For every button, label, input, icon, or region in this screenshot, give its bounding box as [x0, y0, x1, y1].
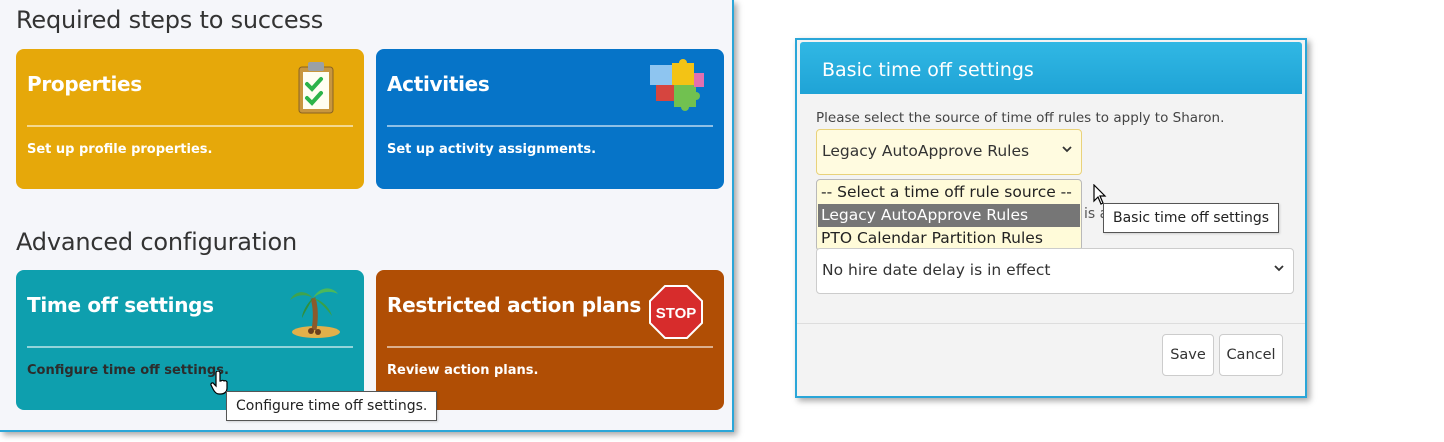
activities-card-description: Set up activity assignments.: [387, 142, 597, 157]
restricted-card-description: Review action plans.: [387, 363, 539, 378]
chevron-down-icon: [1274, 265, 1284, 272]
restricted-card-divider: [387, 346, 713, 348]
properties-card[interactable]: Properties Set up profile properties.: [16, 49, 364, 189]
rule-source-select-value: Legacy AutoApprove Rules: [822, 142, 1030, 160]
dialog-title: Basic time off settings: [822, 59, 1034, 81]
dropdown-option-legacy-autoapprove[interactable]: Legacy AutoApprove Rules: [818, 204, 1080, 227]
time-off-card-description: Configure time off settings.: [27, 363, 229, 378]
clipboard-check-icon: [298, 62, 334, 114]
palm-tree-icon: [290, 288, 340, 338]
activities-card[interactable]: Activities Set up activity assignments.: [376, 49, 724, 189]
properties-card-description: Set up profile properties.: [27, 142, 213, 157]
puzzle-icon: [650, 59, 704, 111]
stop-sign-text: STOP: [656, 305, 697, 322]
dropdown-option-pto-calendar[interactable]: PTO Calendar Partition Rules: [818, 227, 1080, 250]
stop-sign-icon: STOP: [649, 285, 703, 339]
restricted-action-plans-card[interactable]: Restricted action plans STOP Review acti…: [376, 270, 724, 410]
time-off-card-divider: [27, 346, 353, 348]
properties-card-title: Properties: [27, 72, 142, 96]
restricted-card-title: Restricted action plans: [387, 293, 642, 317]
cancel-button[interactable]: Cancel: [1219, 334, 1283, 376]
dropdown-option-placeholder[interactable]: -- Select a time off rule source --: [818, 181, 1080, 204]
activities-card-title: Activities: [387, 72, 490, 96]
rule-source-prompt: Please select the source of time off rul…: [816, 110, 1225, 126]
time-off-tooltip: Configure time off settings.: [226, 391, 438, 421]
properties-card-divider: [27, 125, 353, 127]
time-off-card-title: Time off settings: [27, 293, 214, 317]
dialog-tooltip: Basic time off settings: [1103, 203, 1280, 233]
required-steps-panel: Required steps to success Properties Set…: [0, 0, 734, 432]
save-button[interactable]: Save: [1162, 334, 1214, 376]
advanced-configuration-heading: Advanced configuration: [16, 228, 297, 256]
rule-source-select[interactable]: Legacy AutoApprove Rules: [816, 129, 1082, 175]
hire-date-select-value: No hire date delay is in effect: [822, 261, 1051, 279]
chevron-down-icon: [1062, 146, 1072, 153]
rule-source-dropdown-list: -- Select a time off rule source -- Lega…: [816, 179, 1082, 251]
activities-card-divider: [387, 125, 713, 127]
time-off-settings-card[interactable]: Time off settings Configure time off set…: [16, 270, 364, 410]
hire-date-delay-select[interactable]: No hire date delay is in effect: [816, 248, 1294, 294]
dialog-header: Basic time off settings: [800, 42, 1302, 94]
dialog-footer-divider: [797, 323, 1305, 324]
required-steps-heading: Required steps to success: [16, 6, 324, 34]
